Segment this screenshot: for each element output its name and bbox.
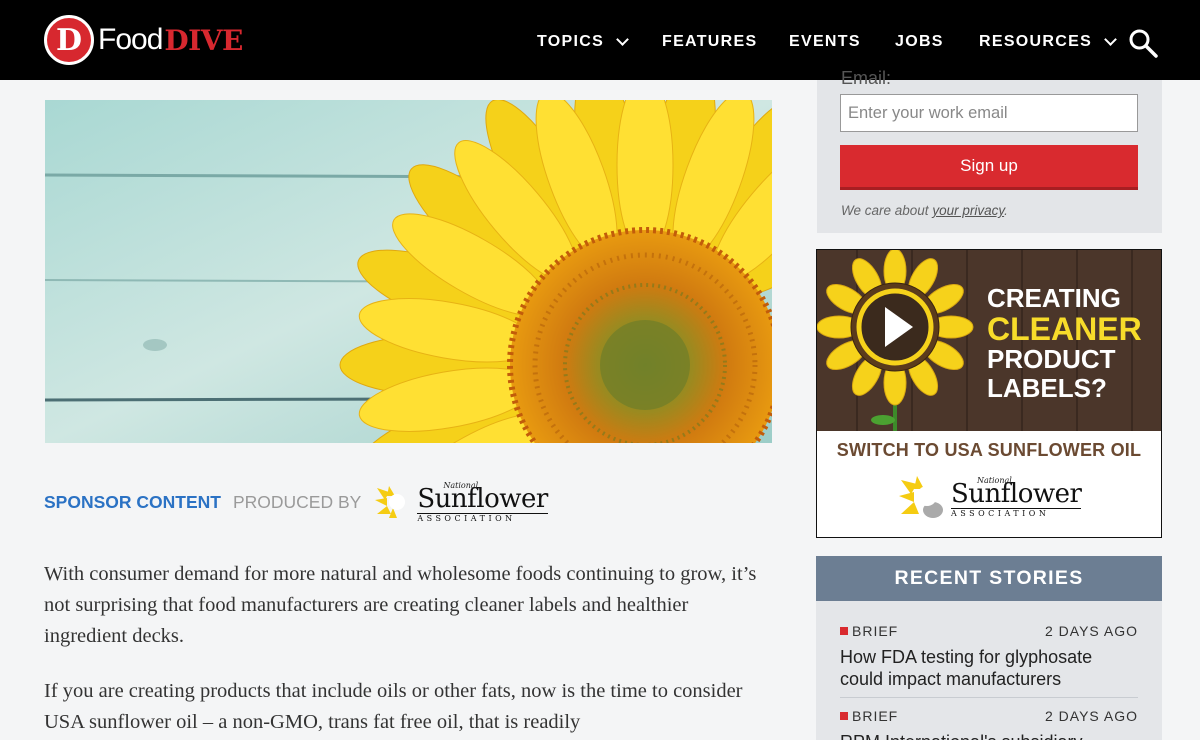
story-divider: [840, 697, 1138, 698]
play-icon[interactable]: [856, 288, 934, 366]
ad-line-product: PRODUCT: [987, 344, 1116, 374]
nav-resources[interactable]: RESOURCES: [979, 33, 1117, 51]
logo-dive-text: DIVE: [164, 23, 243, 57]
story-title[interactable]: How FDA testing for glyphosate could imp…: [840, 646, 1138, 690]
produced-by-label: PRODUCED BY: [232, 491, 362, 512]
sponsor-logo[interactable]: National Sunflower ASSOCIATION: [375, 481, 548, 523]
email-label: Email:: [841, 68, 892, 88]
sponsor-content-label[interactable]: SPONSOR CONTENT: [44, 492, 221, 513]
story-meta: BRIEF 2 DAYS AGO: [840, 623, 1138, 639]
nav-jobs[interactable]: JOBS: [895, 33, 944, 51]
chevron-down-icon: [1104, 33, 1117, 46]
sponsor-line: SPONSOR CONTENT PRODUCED BY National Sun…: [44, 481, 548, 523]
privacy-note: We care about your privacy.: [841, 203, 1008, 218]
story-age: 2 DAYS AGO: [1045, 623, 1138, 639]
recent-stories: RECENT STORIES BRIEF 2 DAYS AGO How FDA …: [816, 556, 1162, 740]
nav-resources-label: RESOURCES: [979, 33, 1093, 50]
newsletter-signup: Email: Enter your work email Sign up We …: [817, 68, 1162, 233]
tag-square-icon: [840, 627, 848, 635]
nav-events[interactable]: EVENTS: [789, 33, 861, 51]
ad-line-labels: LABELS?: [987, 373, 1107, 403]
sunflower-logo-icon: [899, 476, 943, 518]
story-meta: BRIEF 2 DAYS AGO: [840, 708, 1138, 724]
search-icon[interactable]: [1128, 28, 1158, 58]
logo-badge: D: [44, 15, 94, 65]
story-tag-label: BRIEF: [852, 623, 899, 639]
nav-features-label: FEATURES: [662, 33, 758, 50]
site-logo[interactable]: D Food DIVE: [44, 15, 243, 65]
story-tag: BRIEF: [840, 623, 898, 639]
logo-food-text: Food: [98, 23, 163, 56]
nav-jobs-label: JOBS: [895, 33, 944, 50]
recent-stories-heading: RECENT STORIES: [816, 556, 1162, 601]
ad-sponsor-logo: National Sunflower ASSOCIATION: [899, 474, 1082, 520]
nav-topics[interactable]: TOPICS: [537, 33, 629, 51]
ad-switch-text: SWITCH TO USA SUNFLOWER OIL: [836, 440, 1142, 460]
site-header: D Food DIVE TOPICS FEATURES EVENTS JOBS …: [0, 0, 1200, 80]
story-title[interactable]: RPM International's subsidiary: [840, 731, 1138, 740]
story-tag-label: BRIEF: [852, 708, 899, 724]
nav-topics-label: TOPICS: [537, 33, 605, 50]
sunflower-logo-icon: [375, 486, 406, 518]
chevron-down-icon: [616, 33, 629, 46]
ad-line-creating: CREATING: [987, 283, 1121, 313]
sunflower-photo: [45, 100, 772, 443]
logo-sunflower: Sunflower: [417, 483, 548, 514]
tag-square-icon: [840, 712, 848, 720]
logo-association: ASSOCIATION: [951, 507, 1082, 518]
ad-line-cleaner: CLEANER: [987, 311, 1142, 347]
nav-features[interactable]: FEATURES: [662, 33, 757, 51]
hero-image: [45, 100, 772, 443]
ad-headline: CREATING CLEANER PRODUCT LABELS?: [987, 284, 1142, 403]
ad-banner: CREATING CLEANER PRODUCT LABELS?: [817, 250, 1161, 431]
story-age: 2 DAYS AGO: [1045, 708, 1138, 724]
email-field[interactable]: Enter your work email: [840, 94, 1138, 132]
sign-up-button[interactable]: Sign up: [840, 145, 1138, 190]
story-item[interactable]: BRIEF 2 DAYS AGO How FDA testing for gly…: [840, 623, 1138, 690]
story-tag: BRIEF: [840, 708, 898, 724]
nav-events-label: EVENTS: [789, 33, 861, 50]
story-item[interactable]: BRIEF 2 DAYS AGO RPM International's sub…: [840, 708, 1138, 740]
sunflower-oil-ad[interactable]: CREATING CLEANER PRODUCT LABELS? SWITCH …: [816, 249, 1162, 538]
article-paragraph: With consumer demand for more natural an…: [44, 563, 757, 647]
logo-sunflower: Sunflower: [951, 478, 1082, 509]
logo-association: ASSOCIATION: [417, 512, 548, 523]
privacy-link[interactable]: your privacy: [932, 203, 1004, 218]
privacy-prefix: We care about: [841, 203, 929, 218]
privacy-suffix: .: [1004, 203, 1008, 218]
article-paragraph: If you are creating products that includ…: [44, 680, 743, 733]
